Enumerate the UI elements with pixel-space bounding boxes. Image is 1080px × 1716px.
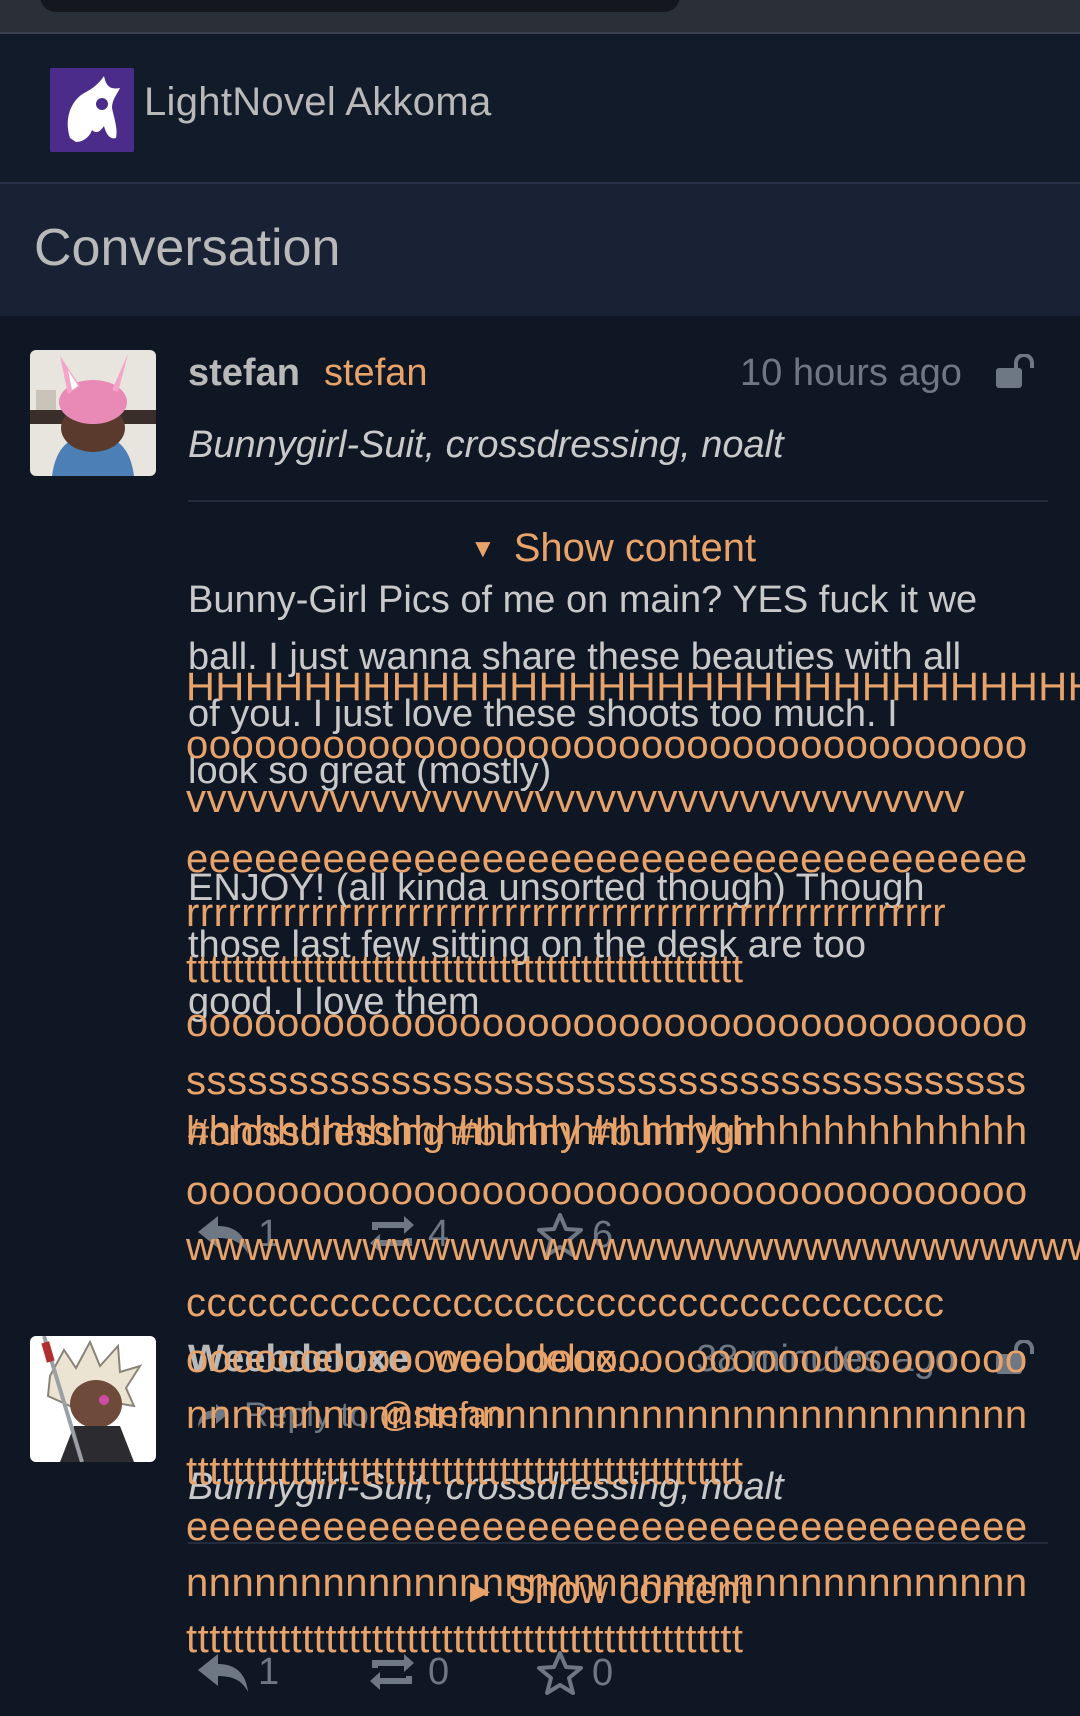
favorite-button[interactable]: 0 — [536, 1650, 613, 1696]
divider — [188, 500, 1048, 502]
show-content-toggle[interactable]: ▼ Show content — [470, 526, 756, 571]
site-header: LightNovel Akkoma — [0, 34, 1080, 182]
body-line: ENJOY! (all kinda unsorted though) Thoug… — [188, 867, 925, 909]
user-handle[interactable]: weebdelux... — [434, 1338, 647, 1381]
body-line: ball. I just wanna share these beauties … — [188, 636, 962, 678]
avatar[interactable] — [30, 350, 156, 476]
caret-right-icon: ▶ — [470, 1575, 490, 1605]
display-name[interactable]: stefan — [188, 352, 300, 395]
repeat-button[interactable]: 4 — [364, 1212, 449, 1256]
body-line: good. I love them — [188, 981, 480, 1023]
reply-to-label: Reply to — [244, 1396, 369, 1434]
user-handle[interactable]: stefan — [324, 352, 428, 395]
conversation-panel-header: Conversation — [0, 182, 1080, 318]
repeat-count: 4 — [428, 1212, 450, 1255]
body-line: look so great (mostly) — [188, 750, 552, 792]
caret-down-icon: ▼ — [470, 533, 496, 563]
reply-icon — [198, 1654, 248, 1692]
show-content-label: Show content — [508, 1568, 751, 1612]
repeat-button[interactable]: 0 — [364, 1650, 449, 1694]
body-line: Bunny-Girl Pics of me on main? YES fuck … — [188, 579, 978, 621]
reply-button[interactable]: 1 — [196, 1212, 279, 1256]
reply-count: 1 — [258, 1650, 280, 1693]
reply-to-user[interactable]: @stefan — [379, 1396, 506, 1435]
post-subject: Bunnygirl-Suit, crossdressing, noalt — [188, 1466, 784, 1508]
favorite-button[interactable]: 6 — [536, 1212, 613, 1258]
favorite-count: 6 — [592, 1213, 614, 1256]
reply-arrow-icon — [198, 1403, 228, 1428]
akkoma-logo-icon[interactable] — [50, 68, 134, 152]
display-name[interactable]: Weebdeluxe — [188, 1338, 409, 1381]
avatar[interactable] — [30, 1336, 156, 1462]
conversation-feed: stefan stefan 10 hours ago Bunnygirl-Sui… — [0, 316, 1080, 1716]
body-line: those last few sitting on the desk are t… — [188, 924, 867, 966]
star-icon — [537, 1651, 583, 1695]
body-line — [188, 1031, 1048, 1091]
post-body: Bunny-Girl Pics of me on main? YES fuck … — [188, 572, 1048, 1091]
favorite-count: 0 — [592, 1651, 614, 1694]
site-title[interactable]: LightNovel Akkoma — [144, 80, 492, 125]
unlocked-visibility-icon — [994, 353, 1034, 390]
reply-to-link[interactable]: Reply to @stefan — [196, 1396, 506, 1435]
address-bar[interactable] — [40, 0, 680, 12]
reply-count: 1 — [258, 1212, 280, 1255]
panel-title: Conversation — [34, 219, 341, 277]
show-content-toggle[interactable]: ▶ Show content — [470, 1568, 750, 1613]
repeat-icon — [370, 1654, 414, 1690]
timestamp[interactable]: 38 minutes ago — [696, 1338, 956, 1381]
reply-icon — [198, 1216, 248, 1254]
show-content-label: Show content — [513, 526, 757, 570]
repeat-count: 0 — [428, 1650, 450, 1693]
divider — [188, 1542, 1048, 1544]
star-icon — [537, 1213, 583, 1257]
body-line: of you. I just love these shoots too muc… — [188, 693, 898, 735]
browser-top-bar — [0, 0, 1080, 34]
hashtags[interactable]: #crossdressing #bunny #bunnygirl — [188, 1112, 765, 1155]
timestamp[interactable]: 10 hours ago — [740, 352, 962, 395]
unlocked-visibility-icon — [994, 1339, 1034, 1376]
reply-button[interactable]: 1 — [196, 1650, 279, 1694]
post-subject: Bunnygirl-Suit, crossdressing, noalt — [188, 424, 784, 466]
repeat-icon — [370, 1216, 414, 1252]
body-line — [188, 800, 1048, 860]
